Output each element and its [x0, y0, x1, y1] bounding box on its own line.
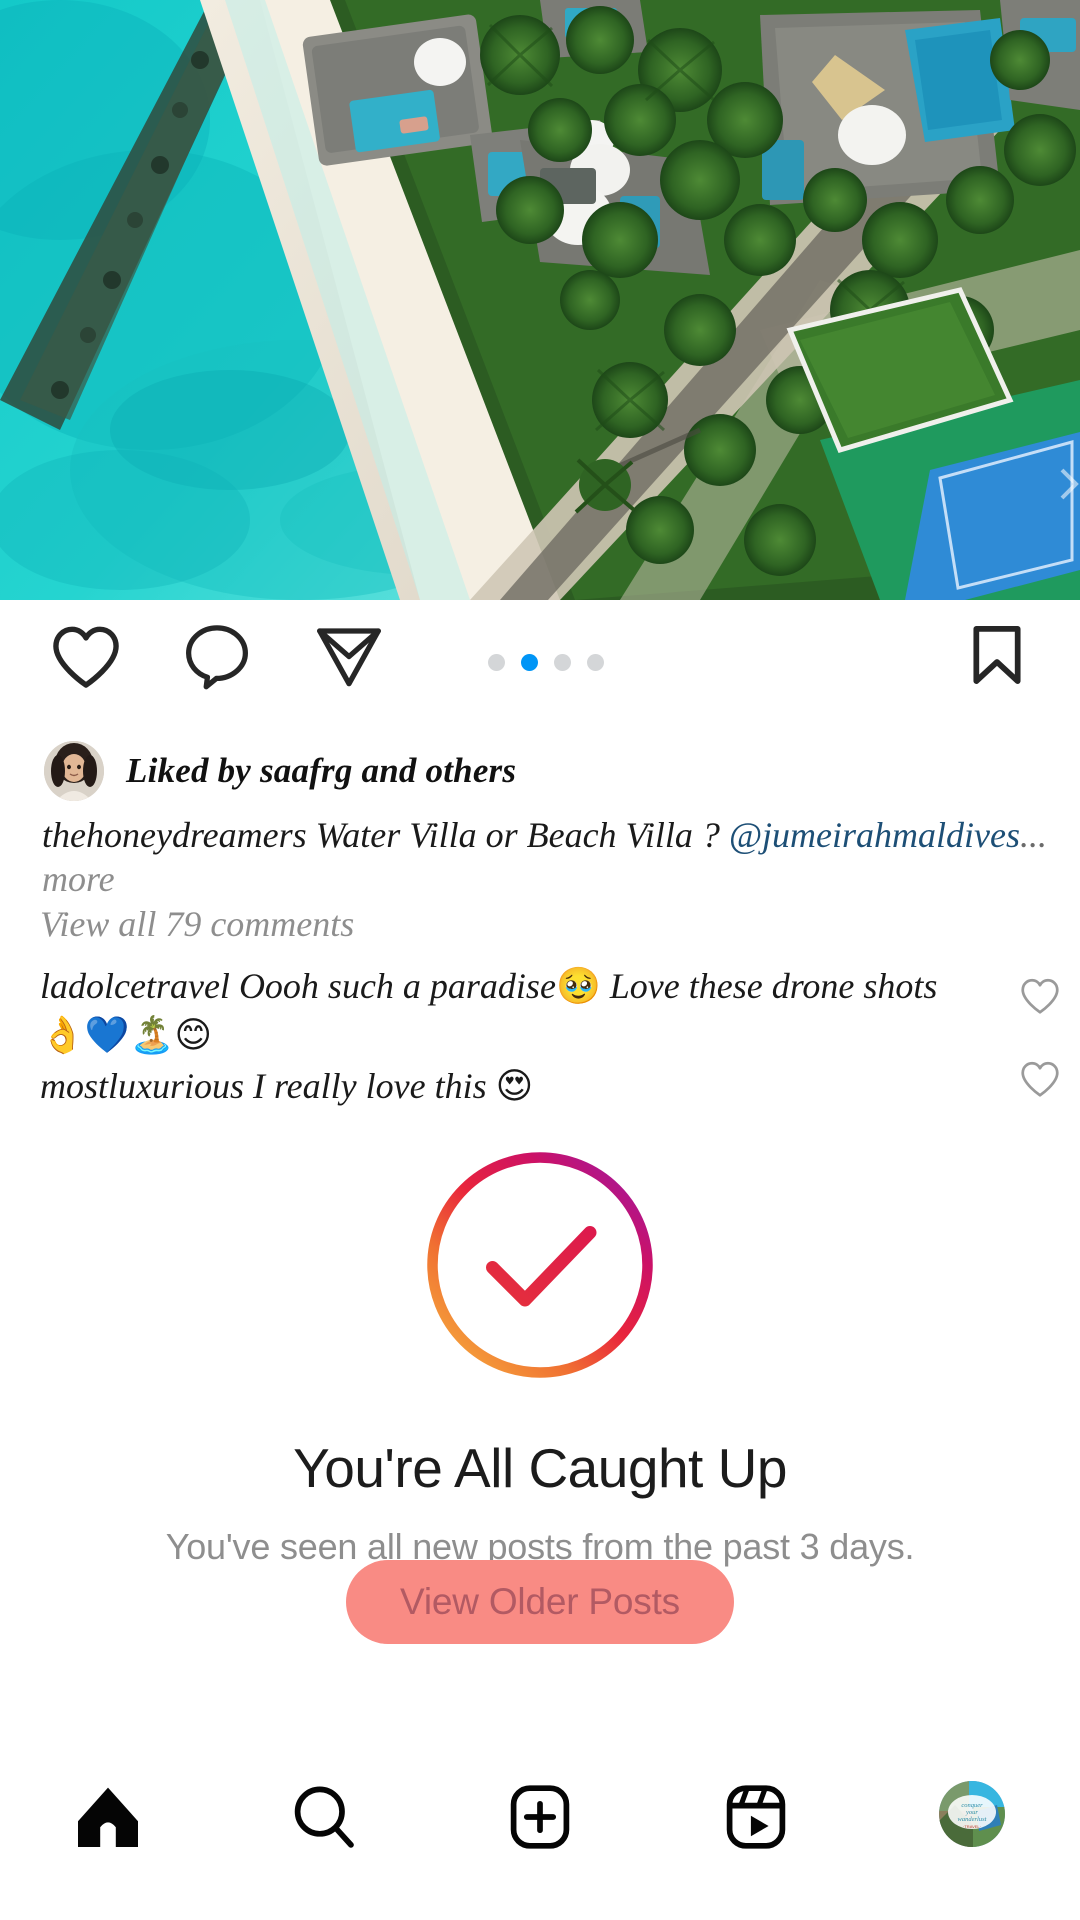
nav-item-profile[interactable]: conquer your wanderlust ·TRAVEL· — [872, 1781, 1072, 1847]
caught-up-title: You're All Caught Up — [293, 1437, 787, 1499]
svg-text:your: your — [965, 1809, 978, 1816]
all-caught-up-section: You're All Caught Up You've seen all new… — [0, 1140, 1080, 1644]
comment-like-heart-icon[interactable] — [1018, 975, 1062, 1020]
heart-icon[interactable] — [48, 620, 124, 695]
comment-bubble-icon[interactable] — [180, 620, 254, 695]
search-icon — [294, 1786, 354, 1848]
view-older-posts-button[interactable]: View Older Posts — [346, 1560, 734, 1644]
carousel-dot-1[interactable] — [488, 654, 505, 671]
liked-by-row[interactable]: Liked by saafrg and others — [44, 740, 1044, 802]
caption-mention-link[interactable]: @jumeirahmaldives — [729, 815, 1020, 855]
comment-username[interactable]: mostluxurious — [40, 1066, 244, 1106]
comment-emoji: 😍 — [495, 1066, 534, 1107]
profile-avatar[interactable]: conquer your wanderlust ·TRAVEL· — [939, 1781, 1005, 1847]
nav-item-search[interactable] — [224, 1781, 424, 1853]
avatar-portrait — [44, 741, 104, 801]
profile-avatar-image: conquer your wanderlust ·TRAVEL· — [939, 1781, 1005, 1847]
check-circle-gradient-icon — [427, 1152, 653, 1378]
caption-username[interactable]: thehoneydreamers — [42, 815, 307, 855]
caption-text: Water Villa or Beach Villa ? — [306, 815, 729, 855]
home-icon — [78, 1787, 138, 1847]
liker-avatar[interactable] — [44, 741, 104, 801]
bottom-navigation-bar: conquer your wanderlust ·TRAVEL· — [0, 1760, 1080, 1920]
nav-item-create[interactable] — [440, 1781, 640, 1853]
carousel-dot-2-active[interactable] — [521, 654, 538, 671]
reels-icon — [726, 1785, 786, 1849]
share-paperplane-icon[interactable] — [312, 620, 386, 695]
view-all-comments-link[interactable]: View all 79 comments — [40, 903, 354, 945]
comment-like-heart-icon[interactable] — [1018, 1058, 1062, 1103]
comment-item: ladolcetravel Oooh such a paradise🥹 Love… — [40, 962, 1040, 1060]
nav-item-home[interactable] — [8, 1781, 208, 1853]
caption-more-link[interactable]: more — [42, 858, 115, 900]
svg-text:·TRAVEL·: ·TRAVEL· — [963, 1824, 981, 1829]
comment-item: mostluxurious I really love this 😍 — [40, 1062, 1040, 1111]
liked-by-text: Liked by saafrg and others — [126, 751, 517, 790]
comment-text: Oooh such a paradise — [229, 966, 556, 1006]
carousel-page-indicator — [488, 654, 604, 671]
comment-emoji: 🥹 — [555, 966, 601, 1007]
svg-text:conquer: conquer — [961, 1802, 983, 1809]
bookmark-icon[interactable] — [962, 620, 1032, 695]
comment-emoji-trail: 👌💙🏝️😊 — [40, 1015, 213, 1056]
carousel-dot-3[interactable] — [554, 654, 571, 671]
aerial-drone-photo — [0, 0, 1080, 600]
nav-item-reels[interactable] — [656, 1781, 856, 1853]
comment-username[interactable]: ladolcetravel — [40, 966, 230, 1006]
post-caption: thehoneydreamers Water Villa or Beach Vi… — [42, 812, 1052, 858]
comment-text: I really love this — [244, 1066, 496, 1106]
post-photo[interactable] — [0, 0, 1080, 600]
caption-ellipsis: ... — [1019, 815, 1047, 855]
plus-box-icon — [510, 1785, 570, 1849]
carousel-dot-4[interactable] — [587, 654, 604, 671]
comment-text-2: Love these drone shots — [600, 966, 938, 1006]
svg-text:wanderlust: wanderlust — [958, 1816, 987, 1823]
